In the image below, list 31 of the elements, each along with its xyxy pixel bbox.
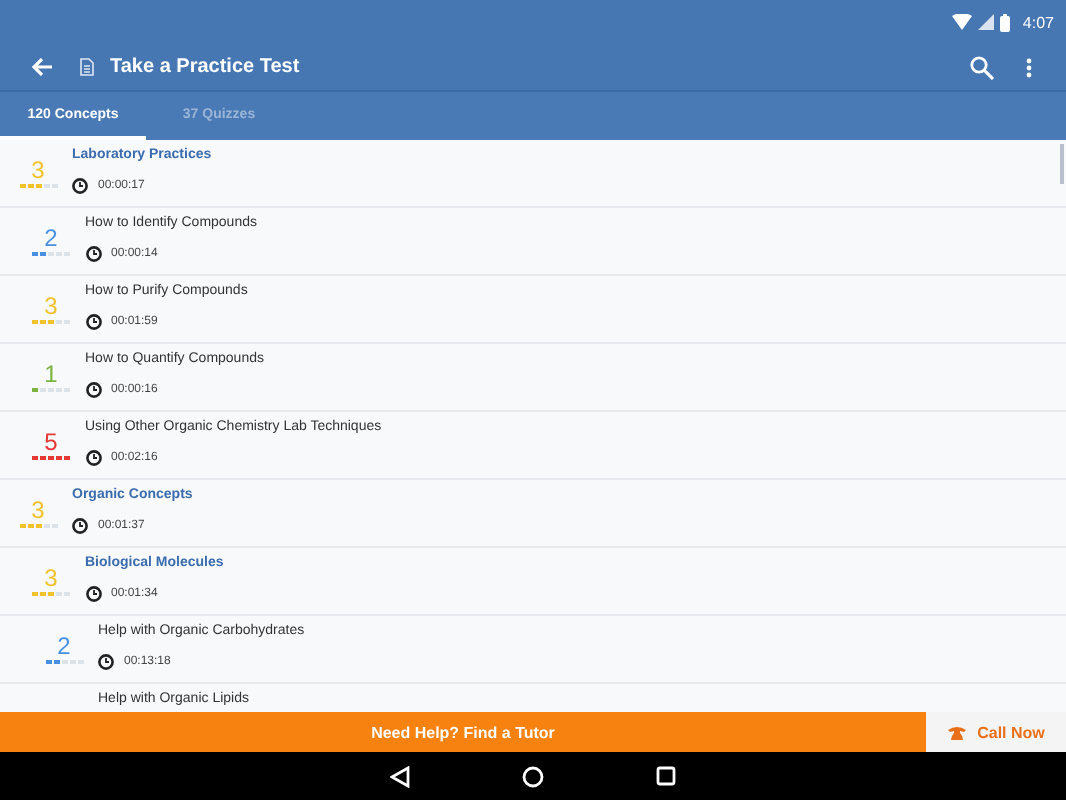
screen-title: Take a Practice Test <box>110 56 300 78</box>
wifi-icon <box>952 14 973 30</box>
signal-icon <box>978 14 995 30</box>
document-icon <box>80 58 94 76</box>
clock-time: 4:07 <box>1022 13 1054 31</box>
clock-icon <box>72 178 88 194</box>
difficulty-number: 3 <box>44 565 58 590</box>
difficulty-number: 3 <box>31 157 45 182</box>
difficulty-number: 3 <box>44 293 58 318</box>
search-icon[interactable] <box>970 55 994 79</box>
clock-icon <box>98 654 114 670</box>
more-icon[interactable] <box>1026 57 1032 77</box>
clock-icon <box>85 382 101 398</box>
recents-icon[interactable] <box>656 766 676 786</box>
difficulty-number: 5 <box>44 429 58 454</box>
phone-icon <box>947 725 966 739</box>
clock-icon <box>85 450 101 466</box>
find-tutor-banner[interactable]: Need Help? Find a Tutor <box>0 712 926 752</box>
call-now-button[interactable]: Call Now <box>926 712 1066 752</box>
difficulty-number: 1 <box>44 361 58 386</box>
difficulty-number: 2 <box>44 225 58 250</box>
battery-icon <box>1000 13 1011 31</box>
home-icon[interactable] <box>522 765 544 787</box>
clock-icon <box>72 518 88 534</box>
difficulty-number: 2 <box>57 633 71 658</box>
clock-icon <box>85 246 101 262</box>
clock-icon <box>85 314 101 330</box>
back-icon[interactable] <box>390 765 410 787</box>
clock-icon <box>85 586 101 602</box>
difficulty-number: 3 <box>31 497 45 522</box>
back-arrow-icon[interactable] <box>32 58 52 76</box>
